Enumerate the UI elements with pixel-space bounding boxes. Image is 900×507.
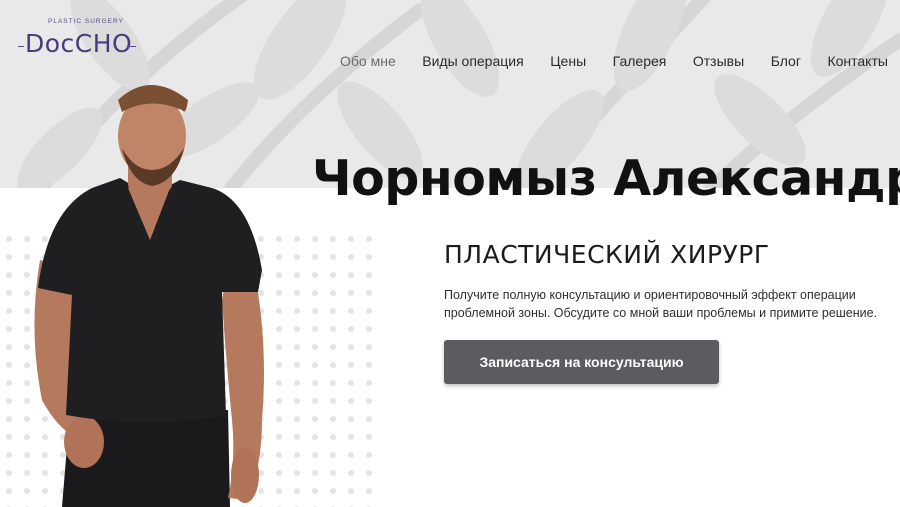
hero-description: Получите полную консультацию и ориентиро… bbox=[444, 288, 878, 320]
main-nav: Обо мне Виды операция Цены Галерея Отзыв… bbox=[340, 50, 888, 72]
nav-item-about[interactable]: Обо мне bbox=[340, 53, 396, 69]
nav-item-reviews[interactable]: Отзывы bbox=[693, 53, 744, 69]
book-consultation-button[interactable]: Записаться на консультацию bbox=[444, 340, 719, 384]
brand-logo[interactable]: PLASTIC SURGERY DocCHO bbox=[18, 18, 143, 62]
doctor-name-heading: Чорномыз Александр bbox=[312, 150, 900, 207]
doctor-photo bbox=[34, 85, 264, 507]
nav-item-operations[interactable]: Виды операция bbox=[422, 53, 523, 69]
nav-item-blog[interactable]: Блог bbox=[771, 53, 801, 69]
brand-tagline: PLASTIC SURGERY bbox=[48, 18, 124, 25]
nav-item-gallery[interactable]: Галерея bbox=[613, 53, 667, 69]
doctor-title: ПЛАСТИЧЕСКИЙ ХИРУРГ bbox=[444, 240, 770, 269]
brand-name: DocCHO bbox=[25, 29, 133, 58]
nav-item-contacts[interactable]: Контакты bbox=[827, 53, 887, 69]
logo-divider-right bbox=[128, 46, 136, 47]
nav-item-prices[interactable]: Цены bbox=[550, 53, 586, 69]
logo-divider-left bbox=[18, 46, 24, 47]
